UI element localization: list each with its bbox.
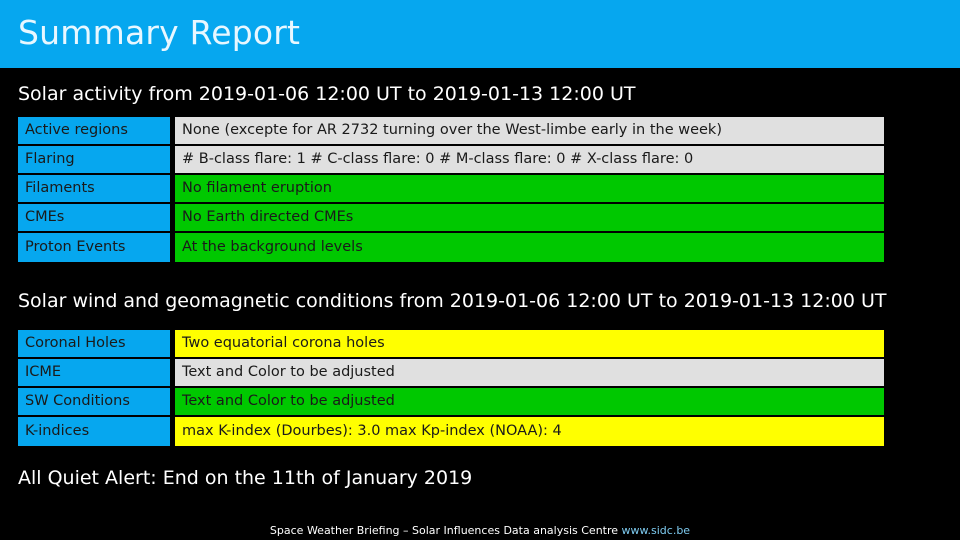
row-label-coronal-holes: Coronal Holes [18,330,175,359]
row-value-icme: Text and Color to be adjusted [175,359,884,388]
table-row: Filaments No filament eruption [18,175,884,204]
solar-activity-table: Active regions None (excepte for AR 2732… [18,117,884,262]
row-value-active-regions: None (excepte for AR 2732 turning over t… [175,117,884,146]
row-label-active-regions: Active regions [18,117,175,146]
solar-activity-heading: Solar activity from 2019-01-06 12:00 UT … [18,83,636,105]
row-value-k-indices: max K-index (Dourbes): 3.0 max Kp-index … [175,417,884,446]
footer-text: Space Weather Briefing – Solar Influence… [269,524,619,537]
row-value-filaments: No filament eruption [175,175,884,204]
row-label-cmes: CMEs [18,204,175,233]
solar-wind-table: Coronal Holes Two equatorial corona hole… [18,330,884,446]
table-row: SW Conditions Text and Color to be adjus… [18,388,884,417]
table-row: CMEs No Earth directed CMEs [18,204,884,233]
solar-wind-heading: Solar wind and geomagnetic conditions fr… [18,290,887,312]
row-label-proton-events: Proton Events [18,233,175,262]
row-value-flaring: # B-class flare: 1 # C-class flare: 0 # … [175,146,884,175]
row-label-sw-conditions: SW Conditions [18,388,175,417]
row-label-filaments: Filaments [18,175,175,204]
table-row: K-indices max K-index (Dourbes): 3.0 max… [18,417,884,446]
row-value-coronal-holes: Two equatorial corona holes [175,330,884,359]
table-row: ICME Text and Color to be adjusted [18,359,884,388]
page-title: Summary Report [18,13,301,52]
all-quiet-alert-line: All Quiet Alert: End on the 11th of Janu… [18,467,473,489]
solar-wind-table-body: Coronal Holes Two equatorial corona hole… [18,330,884,446]
table-row: Proton Events At the background levels [18,233,884,262]
table-row: Active regions None (excepte for AR 2732… [18,117,884,146]
table-row: Coronal Holes Two equatorial corona hole… [18,330,884,359]
footer: Space Weather Briefing – Solar Influence… [0,523,960,538]
row-value-cmes: No Earth directed CMEs [175,204,884,233]
header-band: Summary Report [0,0,960,68]
table-row: Flaring # B-class flare: 1 # C-class fla… [18,146,884,175]
row-label-k-indices: K-indices [18,417,175,446]
row-value-sw-conditions: Text and Color to be adjusted [175,388,884,417]
footer-url[interactable]: www.sidc.be [622,524,691,537]
solar-activity-table-body: Active regions None (excepte for AR 2732… [18,117,884,262]
row-value-proton-events: At the background levels [175,233,884,262]
row-label-icme: ICME [18,359,175,388]
row-label-flaring: Flaring [18,146,175,175]
